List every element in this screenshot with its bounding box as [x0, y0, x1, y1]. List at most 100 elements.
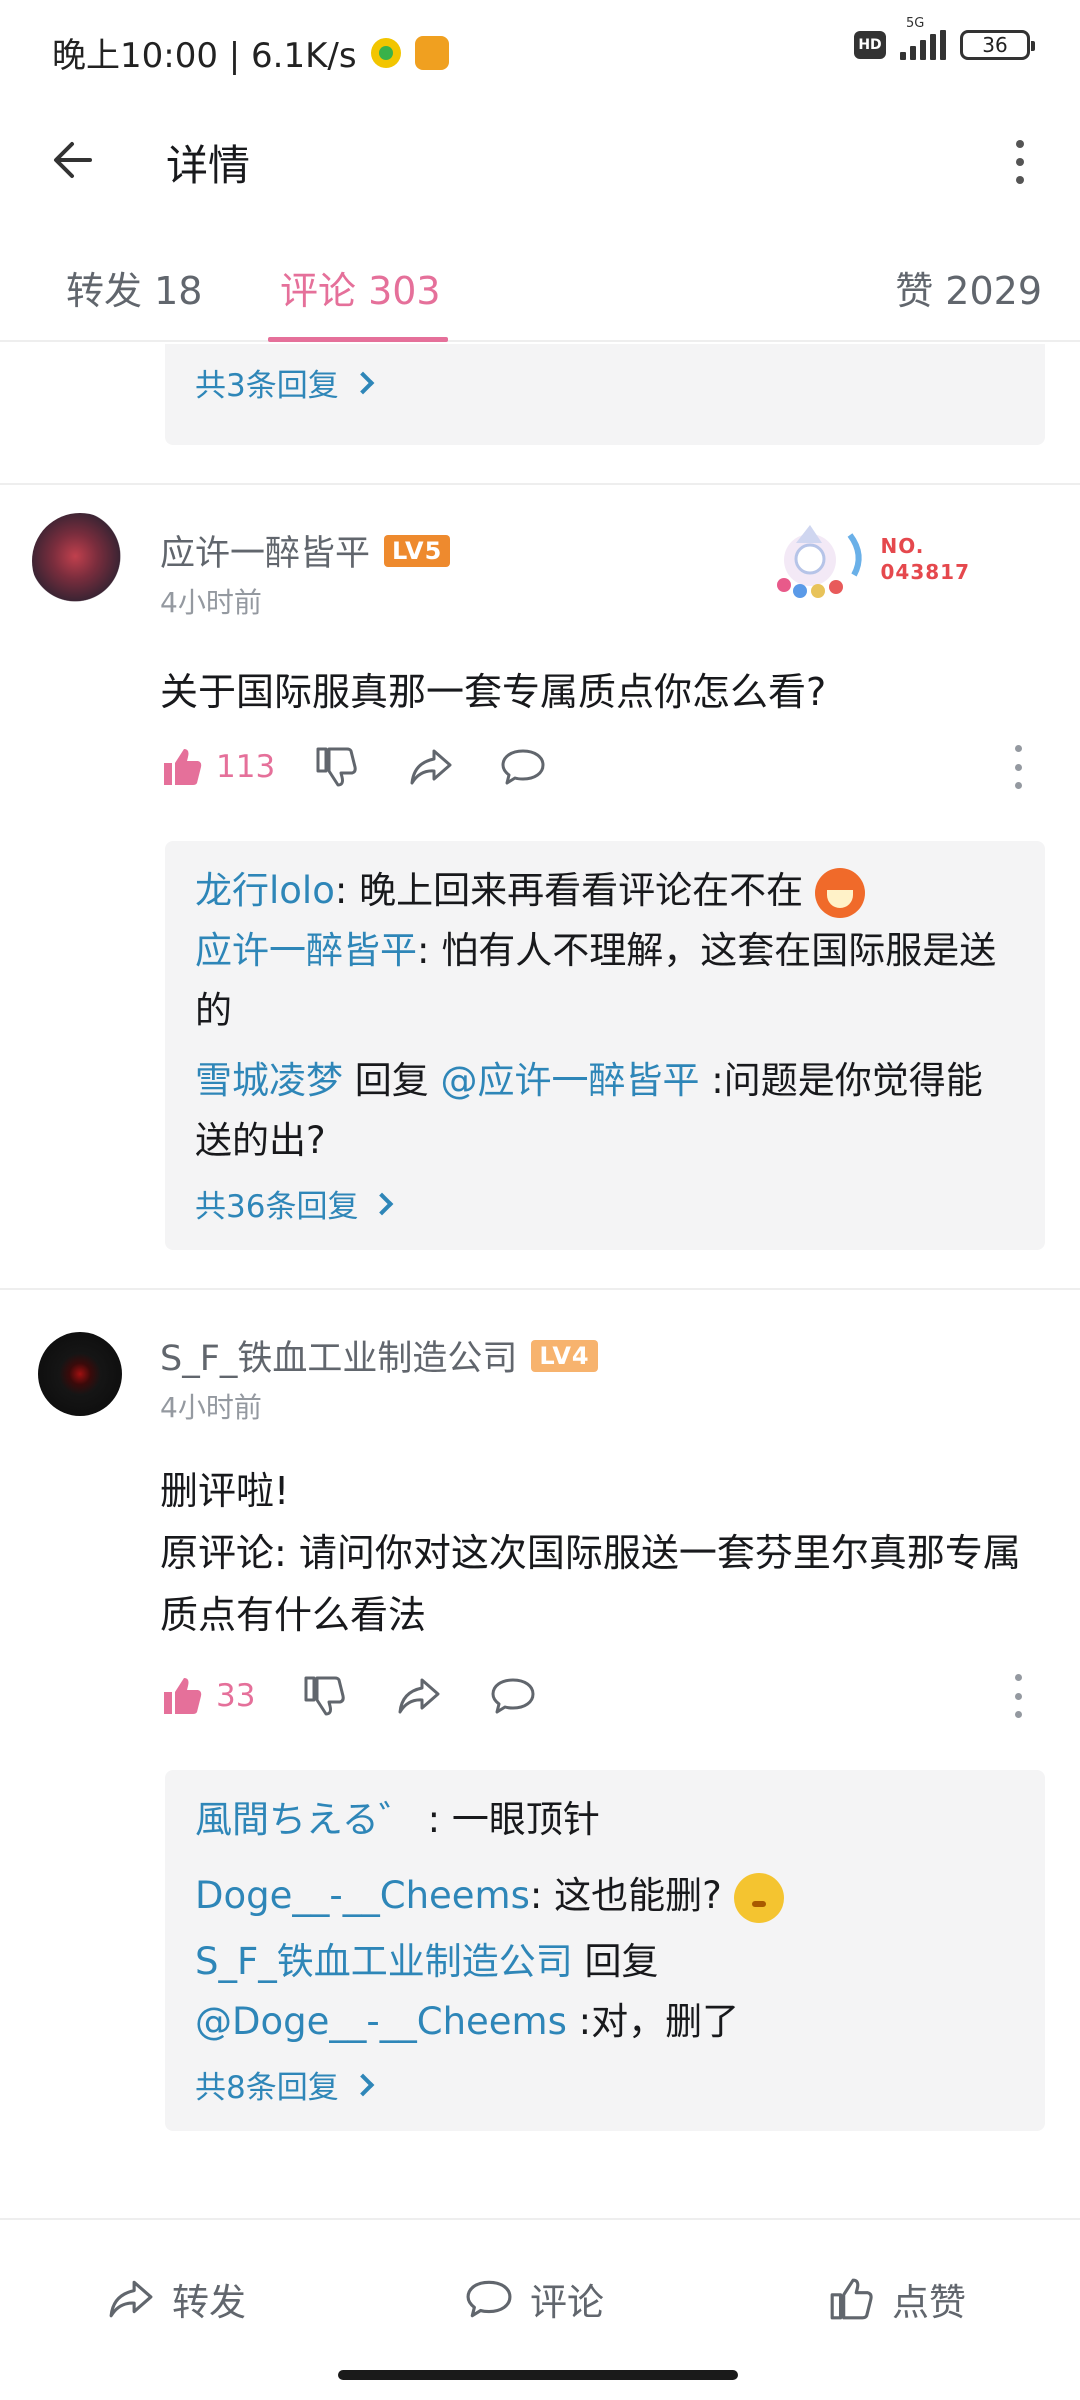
reply-author[interactable]: Doge__-__Cheems — [195, 1874, 530, 1917]
bottom-action-bar: 转发 评论 点赞 — [0, 2218, 1080, 2400]
reply-mention[interactable]: @Doge__-__Cheems — [195, 2000, 567, 2043]
status-bar: 晚上10:00 | 6.1K/s HD 5G 36 — [0, 0, 1080, 100]
reply-text: 一眼顶针 — [451, 1798, 600, 1841]
comment-more-icon[interactable] — [1012, 745, 1024, 789]
view-more-replies-label: 共36条回复 — [195, 1189, 359, 1225]
share-button[interactable] — [396, 1674, 442, 1718]
reply-separator: : — [417, 929, 442, 972]
reply-word: 回复 — [572, 1940, 659, 1983]
comment-more-icon[interactable] — [1012, 1674, 1024, 1718]
reply-item: Doge__-__Cheems: 这也能删? — [195, 1866, 1015, 1926]
tab-reposts[interactable]: 转发 18 — [66, 260, 202, 315]
reply-box: 風間ちえる゛ : 一眼顶针 Doge__-__Cheems: 这也能删? S_F… — [165, 1770, 1045, 2131]
level-badge: LV4 — [531, 1339, 598, 1372]
status-left: 晚上10:00 | 6.1K/s — [52, 28, 449, 77]
share-icon — [109, 2280, 153, 2318]
share-icon — [410, 749, 452, 785]
comment-time: 4小时前 — [160, 586, 262, 619]
laughing-emoji-icon — [814, 867, 865, 918]
dislike-button[interactable] — [314, 745, 358, 789]
reply-separator: : — [334, 869, 360, 912]
comment-author[interactable]: S_F_铁血工业制造公司 — [160, 1330, 517, 1381]
level-badge: LV5 — [384, 534, 451, 567]
reply-item: 風間ちえる゛ : 一眼顶针 — [195, 1790, 1015, 1850]
comment-actions: 113 — [160, 723, 1080, 815]
like-label: 点赞 — [892, 2281, 966, 2324]
share-icon — [398, 1678, 440, 1714]
view-more-replies-link[interactable]: 共8条回复 — [195, 2062, 1015, 2107]
thumb-down-icon — [316, 747, 357, 787]
reply-author[interactable]: 龙行lolo — [195, 869, 335, 912]
comment-author-row: 应许一醉皆平 LV5 — [160, 525, 451, 576]
comment-bubble-icon — [491, 1678, 535, 1714]
signal-icon: 5G — [900, 16, 946, 60]
like-post-button[interactable]: 点赞 — [826, 2272, 966, 2326]
reply-author[interactable]: 風間ちえる゛ — [195, 1798, 416, 1841]
reply-text: 晚上回来再看看评论在不在 — [359, 869, 804, 912]
reply-item: 龙行lolo: 晚上回来再看看评论在不在 — [195, 861, 1015, 921]
reply-box: 龙行lolo: 晚上回来再看看评论在不在 应许一醉皆平: 怕有人不理解，这套在国… — [165, 841, 1045, 1250]
reply-item: 应许一醉皆平: 怕有人不理解，这套在国际服是送的 — [195, 921, 1015, 1041]
reply-item: 雪城凌梦 回复 @应许一醉皆平 :问题是你觉得能送的出? — [195, 1051, 1015, 1171]
comment-bubble-icon — [501, 749, 545, 785]
like-button[interactable]: 113 — [160, 745, 275, 789]
share-button[interactable] — [408, 745, 454, 789]
tab-likes[interactable]: 赞 2029 — [895, 260, 1042, 315]
avatar[interactable] — [38, 1332, 122, 1416]
page-title: 详情 — [166, 141, 251, 190]
reply-word: 回复 — [343, 1059, 441, 1102]
thumb-down-icon — [304, 1676, 345, 1716]
comment-item: S_F_铁血工业制造公司 LV4 4小时前 删评啦! 原评论: 请问你对这次国际… — [0, 1290, 1080, 2131]
thumb-up-icon — [830, 2278, 873, 2320]
reply-mention[interactable]: @应许一醉皆平 — [441, 1059, 700, 1102]
notification-app-icon — [370, 37, 401, 68]
repost-button[interactable]: 转发 — [106, 2272, 246, 2326]
comment-text: 关于国际服真那一套专属质点你怎么看? — [160, 670, 827, 714]
dislike-button[interactable] — [302, 1674, 346, 1718]
reply-item: S_F_铁血工业制造公司 回复 @Doge__-__Cheems :对，删了 — [195, 1932, 1015, 2052]
reply-author[interactable]: 雪城凌梦 — [195, 1059, 343, 1102]
comment-text-line: 删评啦! — [160, 1469, 290, 1513]
chevron-right-icon — [351, 2073, 375, 2096]
reply-button[interactable] — [500, 745, 546, 789]
comment-author-row: S_F_铁血工业制造公司 LV4 — [160, 1330, 598, 1381]
reply-author[interactable]: S_F_铁血工业制造公司 — [195, 1940, 573, 1983]
reply-button[interactable] — [490, 1674, 536, 1718]
comment-list: 共3条回复 应许一醉皆平 LV5 4小时前 NO. 043817 关于国际服真那… — [0, 344, 1080, 2218]
reply-separator: : — [529, 1874, 555, 1917]
fan-badge-number: NO. 043817 — [880, 534, 970, 584]
active-tab-indicator — [268, 337, 448, 342]
back-arrow-icon[interactable] — [46, 130, 106, 190]
repost-label: 转发 — [172, 2281, 246, 2324]
comment-button[interactable]: 评论 — [464, 2272, 604, 2326]
like-count: 113 — [216, 749, 276, 785]
tab-comments[interactable]: 评论 303 — [280, 260, 441, 315]
reply-author[interactable]: 应许一醉皆平 — [195, 929, 417, 972]
network-label: 5G — [906, 16, 925, 31]
status-right: HD 5G 36 — [854, 16, 1035, 60]
comment-actions: 33 — [160, 1652, 1080, 1744]
thinking-emoji-icon — [733, 1872, 784, 1923]
notification-app-icon-2 — [414, 35, 449, 70]
view-more-replies-label: 共8条回复 — [195, 2070, 339, 2106]
view-more-replies-link[interactable]: 共36条回复 — [195, 1181, 1015, 1226]
comment-label: 评论 — [530, 2281, 604, 2324]
view-more-replies-label: 共3条回复 — [195, 368, 339, 404]
view-more-replies-link[interactable]: 共3条回复 — [195, 360, 1015, 405]
tab-bar: 转发 18 评论 303 赞 2029 — [0, 240, 1080, 342]
thumb-up-filled-icon — [164, 749, 202, 785]
hd-icon: HD — [854, 31, 886, 59]
like-button[interactable]: 33 — [160, 1674, 255, 1718]
more-options-icon[interactable] — [1000, 134, 1040, 190]
thumb-up-filled-icon — [164, 1678, 202, 1714]
reply-text: :对，删了 — [566, 2000, 740, 2043]
comment-text-line: 原评论: 请问你对这次国际服送一套芬里尔真那专属质点有什么看法 — [160, 1531, 1021, 1637]
avatar[interactable] — [32, 513, 128, 609]
like-count: 33 — [216, 1678, 256, 1714]
comment-author[interactable]: 应许一醉皆平 — [160, 525, 370, 576]
comment-text: 删评啦! 原评论: 请问你对这次国际服送一套芬里尔真那专属质点有什么看法 — [0, 1460, 1080, 1646]
chevron-right-icon — [351, 371, 375, 394]
home-indicator[interactable] — [338, 2370, 738, 2380]
app-header: 详情 — [0, 110, 1080, 210]
reply-box-previous: 共3条回复 — [165, 344, 1045, 445]
